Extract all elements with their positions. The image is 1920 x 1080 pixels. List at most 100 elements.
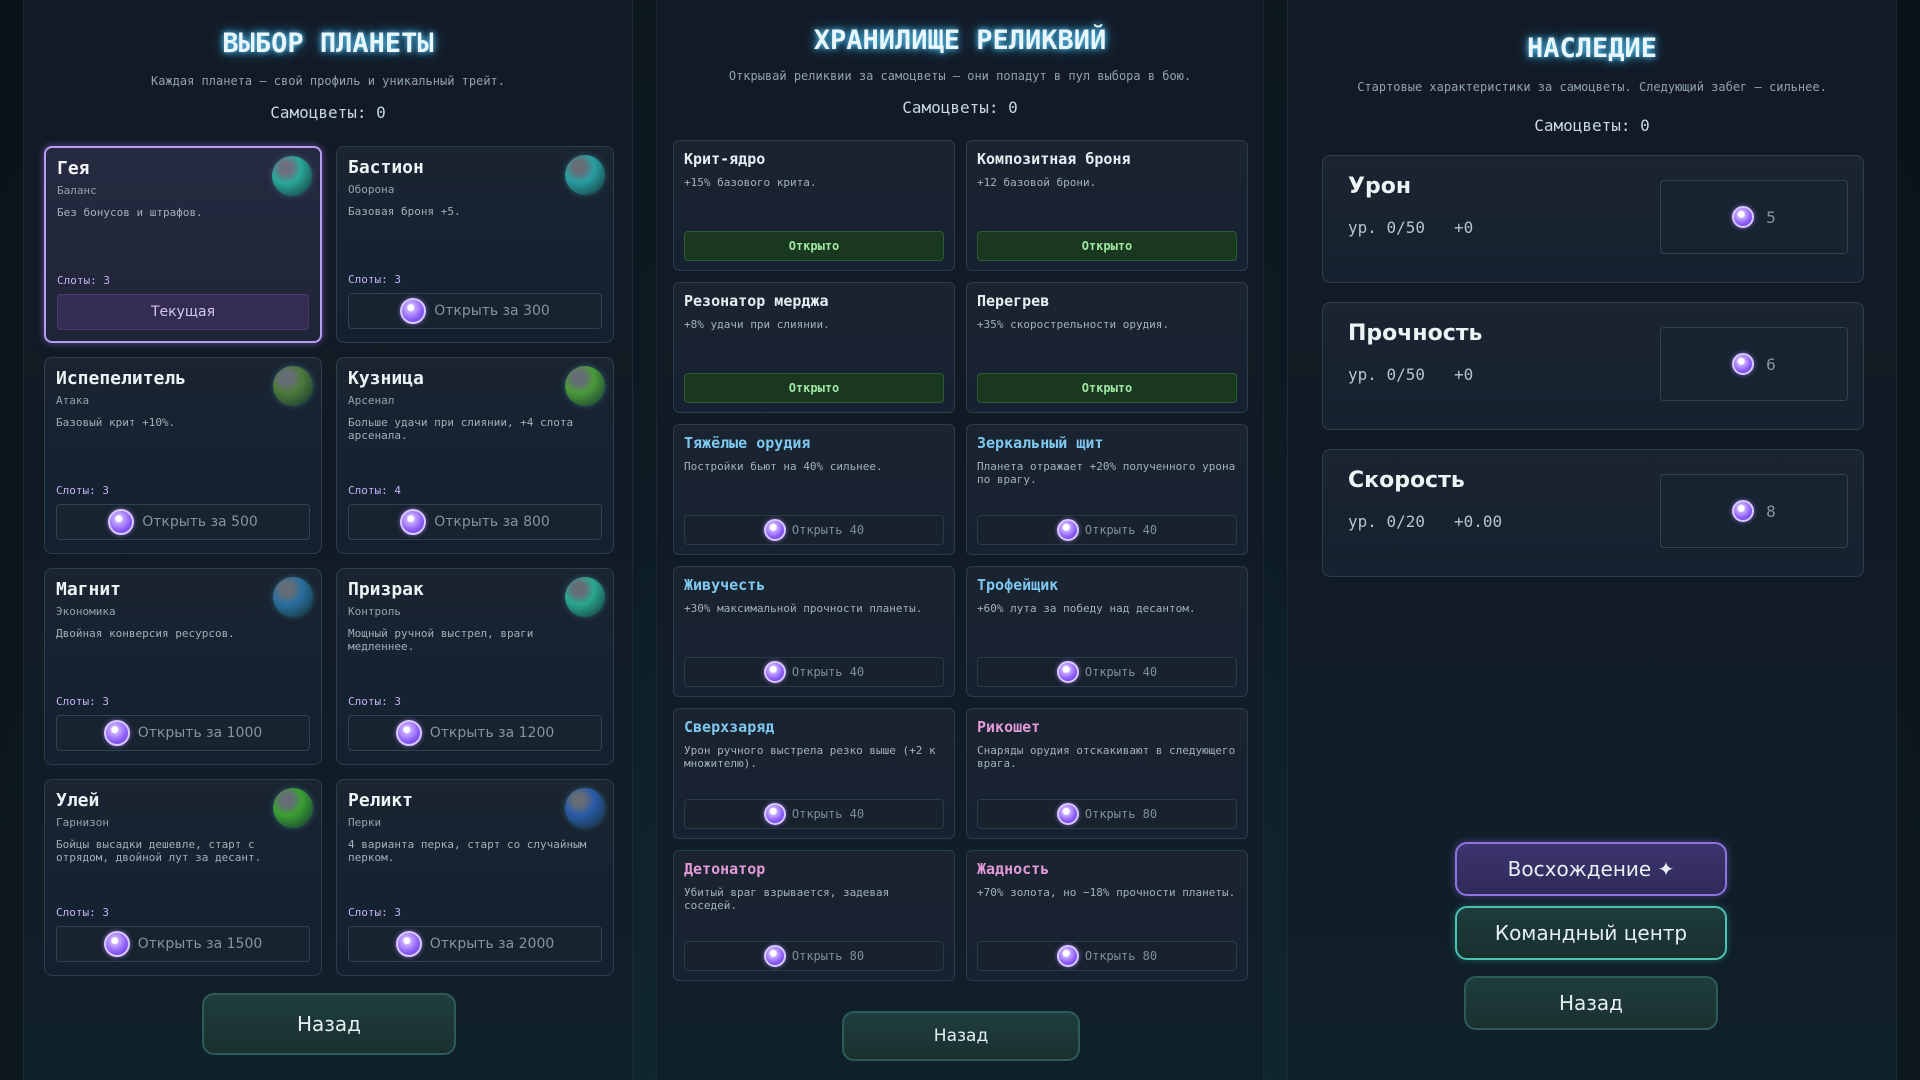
relic-card[interactable]: Перегрев +35% скорострельности орудия. Отк… xyxy=(966,282,1248,413)
relic-description: Планета отражает +20% полученного урона … xyxy=(977,460,1236,486)
gem-icon xyxy=(763,661,786,683)
relic-vault-panel: ХРАНИЛИЩЕ РЕЛИКВИЙ Открывай реликвии за … xyxy=(656,0,1264,1080)
relic-card[interactable]: Зеркальный щит Планета отражает +20% полу… xyxy=(966,424,1248,555)
unlock-relic-button[interactable]: Открыть 80 xyxy=(977,941,1237,971)
unlock-relic-button[interactable]: Открыть 40 xyxy=(977,657,1237,687)
relic-card[interactable]: Сверхзаряд Урон ручного выстрела резко вы… xyxy=(673,708,955,839)
relic-opened-button[interactable]: Открыто xyxy=(977,231,1237,261)
relic-opened-button[interactable]: Открыто xyxy=(684,373,944,403)
gem-icon xyxy=(103,720,130,746)
relic-name: Жадность xyxy=(977,860,1050,878)
upgrade-cost: 5 xyxy=(1766,207,1776,227)
planet-card[interactable]: Гея Баланс Без бонусов и штрафов. Слоты: 3 Т… xyxy=(44,146,322,343)
gem-icon xyxy=(400,298,427,324)
relic-action-label: Открыто xyxy=(1081,381,1133,395)
gem-icon xyxy=(395,720,422,746)
planet-icon xyxy=(272,156,312,196)
planet-slots: Слоты: 3 xyxy=(56,906,109,919)
unlock-relic-button[interactable]: Открыть 40 xyxy=(977,515,1237,545)
unlock-planet-button[interactable]: Открыть за 2000 xyxy=(348,926,602,962)
relic-name: Трофейщик xyxy=(977,576,1059,594)
relic-card[interactable]: Тяжёлые орудия Постройки бьют на 40% силь… xyxy=(673,424,955,555)
ascend-button[interactable]: Восхождение ✦ xyxy=(1455,842,1727,896)
planet-role: Гарнизон xyxy=(56,816,109,829)
planet-icon xyxy=(273,366,313,406)
gem-icon xyxy=(103,931,130,957)
relic-card[interactable]: Резонатор мерджа +8% удачи при слиянии. От… xyxy=(673,282,955,413)
relic-card[interactable]: Жадность +70% золота, но −18% прочности п… xyxy=(966,850,1248,981)
planet-name: Улей xyxy=(56,790,100,811)
relic-card[interactable]: Детонатор Убитый враг взрывается, задевая… xyxy=(673,850,955,981)
relic-action-label: Открыть 40 xyxy=(791,665,865,679)
back-button[interactable]: Назад xyxy=(842,1011,1080,1061)
panel-title: НАСЛЕДИЕ xyxy=(1526,33,1658,64)
relic-card[interactable]: Трофейщик +60% лута за победу над десанто… xyxy=(966,566,1248,697)
relic-description: Убитый враг взрывается, задевая соседей. xyxy=(684,886,890,912)
relic-description: +35% скорострельности орудия. xyxy=(977,318,1170,331)
stat-level-value: ур. 0/50 xyxy=(1348,365,1426,384)
gem-icon xyxy=(108,509,135,535)
relic-description: Урон ручного выстрела резко выше (+2 к м… xyxy=(684,744,936,770)
command-center-button[interactable]: Командный центр xyxy=(1455,906,1727,960)
relic-action-label: Открыть 80 xyxy=(791,949,865,963)
planet-name: Гея xyxy=(57,158,90,179)
upgrade-stat-button[interactable]: 8 xyxy=(1660,474,1848,548)
planet-description: 4 варианта перка, старт со случайным пер… xyxy=(348,838,587,864)
panel-subtitle: Каждая планета — свой профиль и уникальн… xyxy=(150,74,505,88)
unlock-planet-button[interactable]: Открыть за 1500 xyxy=(56,926,310,962)
planet-card[interactable]: Улей Гарнизон Бойцы высадки дешевле, старт… xyxy=(44,779,322,976)
unlock-relic-button[interactable]: Открыть 40 xyxy=(684,799,944,829)
relic-description: +15% базового крита. xyxy=(684,176,817,189)
upgrade-stat-button[interactable]: 6 xyxy=(1660,327,1848,401)
planet-card[interactable]: Бастион Оборона Базовая броня +5. Слоты: 3 О… xyxy=(336,146,614,343)
planet-slots: Слоты: 3 xyxy=(56,484,109,497)
gem-counter: Самоцветы: 0 xyxy=(270,103,386,122)
planet-description: Базовая броня +5. xyxy=(348,205,461,218)
current-planet-button[interactable]: Текущая xyxy=(57,294,309,330)
relic-card[interactable]: Крит-ядро +15% базового крита. Открыто xyxy=(673,140,955,271)
stat-level: ур. 0/50 +0 xyxy=(1348,218,1473,237)
planet-icon xyxy=(273,788,313,828)
relic-card[interactable]: Рикошет Снаряды орудия отскакивают в след… xyxy=(966,708,1248,839)
unlock-planet-button[interactable]: Открыть за 500 xyxy=(56,504,310,540)
relic-action-label: Открыть 40 xyxy=(1084,665,1158,679)
gem-icon xyxy=(1056,803,1079,825)
relic-card[interactable]: Живучесть +30% максимальной прочности пла… xyxy=(673,566,955,697)
unlock-relic-button[interactable]: Открыть 40 xyxy=(684,515,944,545)
planet-card[interactable]: Призрак Контроль Мощный ручной выстрел, вр… xyxy=(336,568,614,765)
legacy-stat-card: Скорость ур. 0/20 +0.00 8 xyxy=(1322,449,1864,577)
gem-icon xyxy=(395,931,422,957)
relic-action-label: Открыть 80 xyxy=(1084,949,1158,963)
relic-opened-button[interactable]: Открыто xyxy=(977,373,1237,403)
relic-card[interactable]: Композитная броня +12 базовой брони. Откры… xyxy=(966,140,1248,271)
unlock-relic-button[interactable]: Открыть 80 xyxy=(684,941,944,971)
relic-action-label: Открыть 80 xyxy=(1084,807,1158,821)
unlock-planet-button[interactable]: Открыть за 1000 xyxy=(56,715,310,751)
unlock-planet-button[interactable]: Открыть за 800 xyxy=(348,504,602,540)
unlock-relic-button[interactable]: Открыть 80 xyxy=(977,799,1237,829)
planet-description: Бойцы высадки дешевле, старт с отрядом, … xyxy=(56,838,262,864)
legacy-stat-card: Прочность ур. 0/50 +0 6 xyxy=(1322,302,1864,430)
planet-card[interactable]: Кузница Арсенал Больше удачи при слиянии, … xyxy=(336,357,614,554)
planet-card[interactable]: Реликт Перки 4 варианта перка, старт со сл… xyxy=(336,779,614,976)
unlock-planet-button[interactable]: Открыть за 300 xyxy=(348,293,602,329)
planet-card[interactable]: Магнит Экономика Двойная конверсия ресурсо… xyxy=(44,568,322,765)
planet-card[interactable]: Испепелитель Атака Базовый крит +10%. Слоты… xyxy=(44,357,322,554)
planet-role: Арсенал xyxy=(348,394,395,407)
panel-subtitle: Открывай реликвии за самоцветы — они поп… xyxy=(728,69,1192,83)
stat-name: Урон xyxy=(1348,174,1412,199)
relic-name: Крит-ядро xyxy=(684,150,766,168)
planet-slots: Слоты: 4 xyxy=(348,484,401,497)
unlock-relic-button[interactable]: Открыть 40 xyxy=(684,657,944,687)
upgrade-stat-button[interactable]: 5 xyxy=(1660,180,1848,254)
back-button[interactable]: Назад xyxy=(1464,976,1718,1030)
relic-name: Рикошет xyxy=(977,718,1041,736)
planet-action-label: Открыть за 300 xyxy=(434,303,550,319)
planet-action-label: Текущая xyxy=(150,304,216,320)
planet-slots: Слоты: 3 xyxy=(348,273,401,286)
relic-description: +30% максимальной прочности планеты. xyxy=(684,602,923,615)
unlock-planet-button[interactable]: Открыть за 1200 xyxy=(348,715,602,751)
gem-icon xyxy=(763,803,786,825)
back-button[interactable]: Назад xyxy=(202,993,456,1055)
relic-opened-button[interactable]: Открыто xyxy=(684,231,944,261)
